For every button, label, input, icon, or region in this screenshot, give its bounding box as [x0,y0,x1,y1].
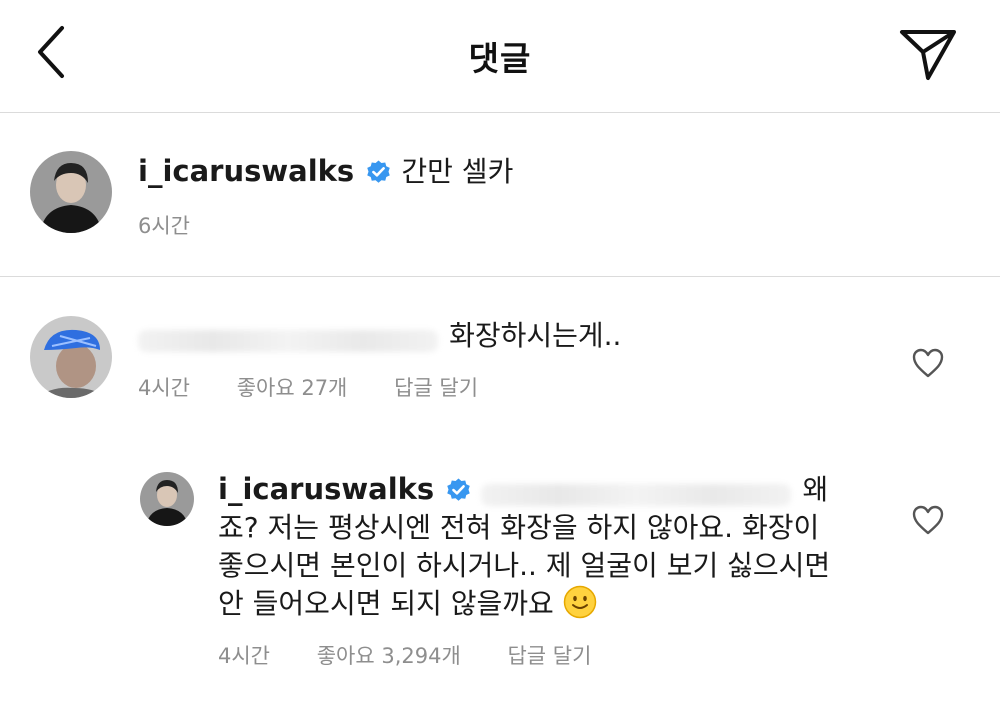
caption-username[interactable]: i_icaruswalks [138,154,354,188]
reply-meta: 4시간 좋아요 3,294개 답글 달기 [218,640,631,670]
redacted-username [138,329,438,352]
comment-meta: 4시간 좋아요 27개 답글 달기 [138,372,518,402]
reply-text-1: 왜 [802,473,829,506]
reply-reply-button[interactable]: 답글 달기 [507,644,591,668]
page-title: 댓글 [468,39,532,78]
verified-badge-icon [447,478,471,501]
share-button[interactable] [896,24,960,84]
reply-avatar[interactable] [140,472,194,526]
comment-likes[interactable]: 좋아요 27개 [237,376,348,400]
reply-line-1: i_icaruswalks 왜 [218,470,828,510]
reply-text-3: 좋으시면 본인이 하시거나.. 제 얼굴이 보기 싫으시면 [218,549,831,582]
commenter-avatar[interactable] [30,316,112,398]
profile-photo [30,316,112,398]
caption-text: 간만 셀카 [401,155,514,188]
like-button[interactable] [911,347,945,379]
profile-photo [30,151,112,233]
caption-time: 6시간 [138,214,191,238]
reply-likes[interactable]: 좋아요 3,294개 [317,644,461,668]
caption-divider [0,276,1000,277]
caption-line: i_icaruswalks 간만 셀카 [138,152,513,192]
comment-text: 화장하시는게.. [449,319,622,352]
heart-icon [912,505,944,535]
verified-badge-icon [367,160,391,183]
reply-text-2: 죠? 저는 평상시엔 전혀 화장을 하지 않아요. 화장이 [218,511,820,544]
reply-button[interactable]: 답글 달기 [394,376,478,400]
reply-line-4: 안 들어오시면 되지 않을까요 [218,584,597,624]
avatar[interactable] [30,151,112,233]
comment-line: 화장하시는게.. [138,316,621,356]
redacted-mention [481,483,792,506]
profile-photo [140,472,194,526]
reply-username[interactable]: i_icaruswalks [218,472,434,506]
heart-icon [912,348,944,378]
reply-time: 4시간 [218,644,271,668]
header-divider [0,112,1000,113]
reply-text-4: 안 들어오시면 되지 않을까요 [218,587,554,620]
comment-time: 4시간 [138,376,191,400]
smiling-face-emoji-icon [563,585,597,619]
reply-like-button[interactable] [911,504,945,536]
paper-plane-icon [900,30,956,80]
